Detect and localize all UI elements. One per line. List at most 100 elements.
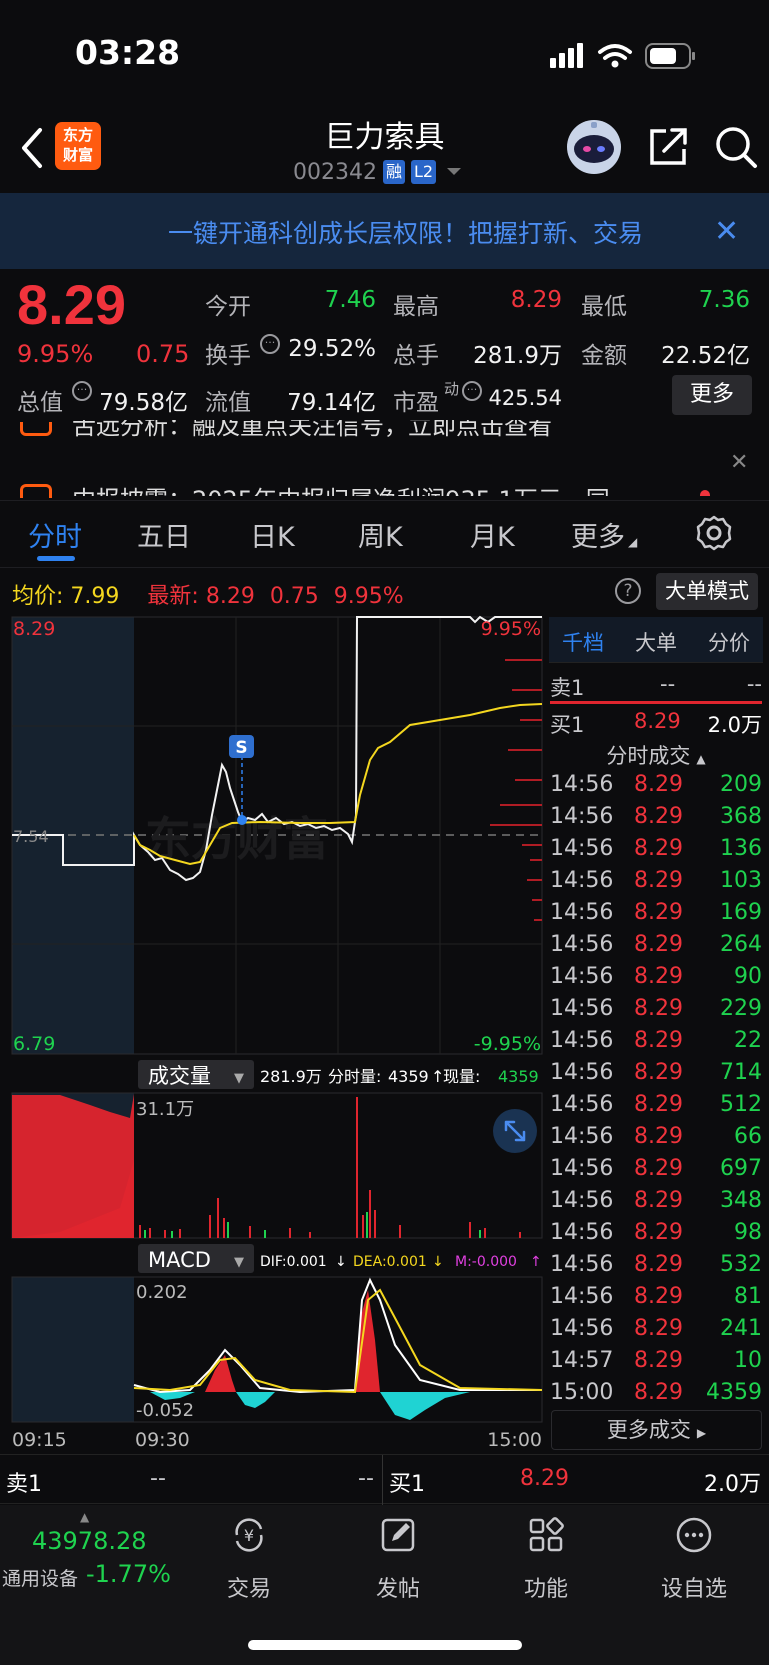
trade-volume: 532 bbox=[720, 1252, 762, 1277]
help-icon[interactable]: ? bbox=[615, 578, 641, 604]
low-label: 最低 bbox=[581, 294, 627, 320]
trade-volume: 229 bbox=[720, 996, 762, 1021]
big-order-mode-button[interactable]: 大单模式 bbox=[656, 573, 758, 610]
search-icon[interactable] bbox=[713, 124, 759, 170]
avg-value: 7.99 bbox=[70, 584, 120, 609]
pct-axis-bottom: -9.95% bbox=[474, 1033, 541, 1055]
trade-volume: 209 bbox=[720, 772, 762, 797]
tab-monthly-k[interactable]: 月K bbox=[470, 515, 515, 554]
info-dots-icon[interactable]: ··· bbox=[260, 334, 280, 354]
trade-price: 8.29 bbox=[634, 1348, 683, 1373]
active-tab-underline bbox=[37, 556, 75, 561]
tab-daily-k[interactable]: 日K bbox=[250, 515, 295, 554]
time-axis-start: 09:15 bbox=[12, 1429, 67, 1451]
chevron-right-icon: ▶ bbox=[696, 1426, 707, 1440]
amount-label: 金额 bbox=[581, 343, 627, 369]
trade-volume: 697 bbox=[720, 1156, 762, 1181]
divider bbox=[382, 1455, 383, 1505]
trade-price: 8.29 bbox=[634, 1316, 683, 1341]
trade-volume: 169 bbox=[720, 900, 762, 925]
tab-five-day[interactable]: 五日 bbox=[137, 515, 191, 554]
nav-post[interactable]: 发帖 bbox=[338, 1515, 458, 1603]
wifi-icon bbox=[598, 44, 632, 60]
trade-price: 8.29 bbox=[634, 900, 683, 925]
trade-price: 8.29 bbox=[634, 1380, 683, 1405]
trade-volume: 81 bbox=[734, 1284, 762, 1309]
trade-row: 14:56 8.29 264 bbox=[550, 932, 762, 964]
change-amount: 0.75 bbox=[136, 340, 190, 368]
open-label: 今开 bbox=[205, 294, 251, 320]
more-trades-button[interactable]: 更多成交 ▶ bbox=[551, 1410, 762, 1450]
order-sell-label: 卖1 bbox=[6, 1472, 42, 1497]
latest-label: 最新: bbox=[147, 584, 199, 609]
signal-icon bbox=[550, 43, 583, 68]
tab-thousand-level[interactable]: 千档 bbox=[562, 627, 604, 657]
trade-price: 8.29 bbox=[634, 1220, 683, 1245]
open-value: 7.46 bbox=[324, 287, 376, 313]
tab-price-distribution[interactable]: 分价 bbox=[708, 627, 750, 657]
trade-time: 14:56 bbox=[550, 836, 614, 861]
intraday-chart[interactable]: 东方财富 S 8.29 7.54 6.79 9.95% -9.95% 成交量 ▼… bbox=[0, 615, 548, 1453]
index-percent[interactable]: -1.77% bbox=[86, 1560, 171, 1588]
index-value[interactable]: 43978.28 bbox=[32, 1527, 147, 1555]
caret-down-icon: ◢ bbox=[628, 535, 638, 549]
nav-add-watchlist[interactable]: 设自选 bbox=[634, 1515, 754, 1603]
share-icon[interactable] bbox=[646, 125, 690, 169]
trade-time: 14:56 bbox=[550, 1188, 614, 1213]
tab-weekly-k[interactable]: 周K bbox=[358, 515, 403, 554]
svg-text:↓: ↓ bbox=[432, 1254, 444, 1270]
index-name[interactable]: 通用设备 bbox=[2, 1564, 78, 1591]
volume-value: 281.9万 bbox=[473, 343, 562, 369]
gear-icon[interactable] bbox=[695, 514, 733, 552]
trade-volume: 714 bbox=[720, 1060, 762, 1085]
nav-functions[interactable]: 功能 bbox=[486, 1515, 606, 1603]
trade-price: 8.29 bbox=[634, 932, 683, 957]
trade-row: 14:56 8.29 103 bbox=[550, 868, 762, 900]
macd-hist-down bbox=[150, 1392, 195, 1400]
grid-apps-icon bbox=[529, 1517, 564, 1552]
trade-row: 14:56 8.29 532 bbox=[550, 1252, 762, 1284]
more-quote-button[interactable]: 更多 bbox=[672, 375, 752, 415]
tab-big-orders[interactable]: 大单 bbox=[635, 627, 677, 657]
trade-price: 8.29 bbox=[634, 1124, 683, 1149]
trade-time: 15:00 bbox=[550, 1380, 614, 1405]
info-dots-icon[interactable]: ··· bbox=[72, 381, 92, 401]
news-item[interactable]: 舌远分析：融及重点关注信号，立即点击查看 bbox=[0, 420, 769, 440]
bid-ask-divider bbox=[550, 701, 762, 704]
trade-price: 8.29 bbox=[634, 772, 683, 797]
volume-bars bbox=[139, 1097, 521, 1238]
svg-text:¥: ¥ bbox=[244, 1526, 254, 1545]
nav-trade[interactable]: ¥ 交易 bbox=[189, 1515, 309, 1603]
order-buy-price: 8.29 bbox=[520, 1466, 569, 1491]
order-buy-label: 买1 bbox=[389, 1472, 425, 1497]
trade-row: 14:56 8.29 241 bbox=[550, 1316, 762, 1348]
tab-intraday[interactable]: 分时 bbox=[28, 515, 82, 554]
info-dots-icon[interactable]: ··· bbox=[462, 381, 482, 401]
current-price: 8.29 bbox=[17, 273, 126, 336]
trade-price: 8.29 bbox=[634, 1060, 683, 1085]
news-item[interactable]: 中报披露：2025年中报归属净利润935.1万元，同 bbox=[0, 480, 700, 496]
caret-up-icon: ▲ bbox=[80, 1510, 90, 1524]
stock-code-row[interactable]: 002342 融 L2 bbox=[293, 158, 464, 186]
level2-tag: L2 bbox=[411, 160, 437, 184]
tab-more[interactable]: 更多 ◢ bbox=[571, 515, 637, 554]
trade-volume: 103 bbox=[720, 868, 762, 893]
close-icon[interactable]: ✕ bbox=[730, 450, 748, 475]
stock-code: 002342 bbox=[293, 159, 377, 185]
close-icon[interactable]: ✕ bbox=[714, 214, 739, 249]
macd-dif-line bbox=[133, 1277, 542, 1394]
unread-dot bbox=[700, 490, 710, 496]
trade-row: 14:56 8.29 512 bbox=[550, 1092, 762, 1124]
trade-time: 14:56 bbox=[550, 1252, 614, 1277]
robot-assistant-icon[interactable] bbox=[565, 118, 623, 176]
turnover-label: 换手 bbox=[205, 343, 251, 369]
promo-banner-text[interactable]: 一键开通科创成长层权限！把握打新、交易 bbox=[168, 214, 690, 250]
caret-down-icon: ▼ bbox=[234, 1071, 244, 1086]
trade-row: 15:00 8.29 4359 bbox=[550, 1380, 762, 1412]
pe-value: 425.54 bbox=[488, 386, 562, 410]
trade-volume: 98 bbox=[734, 1220, 762, 1245]
trade-row: 14:56 8.29 714 bbox=[550, 1060, 762, 1092]
volume-selector: 成交量 bbox=[148, 1064, 211, 1088]
trade-price: 8.29 bbox=[634, 1284, 683, 1309]
macd-m: M:-0.000 bbox=[455, 1254, 517, 1270]
